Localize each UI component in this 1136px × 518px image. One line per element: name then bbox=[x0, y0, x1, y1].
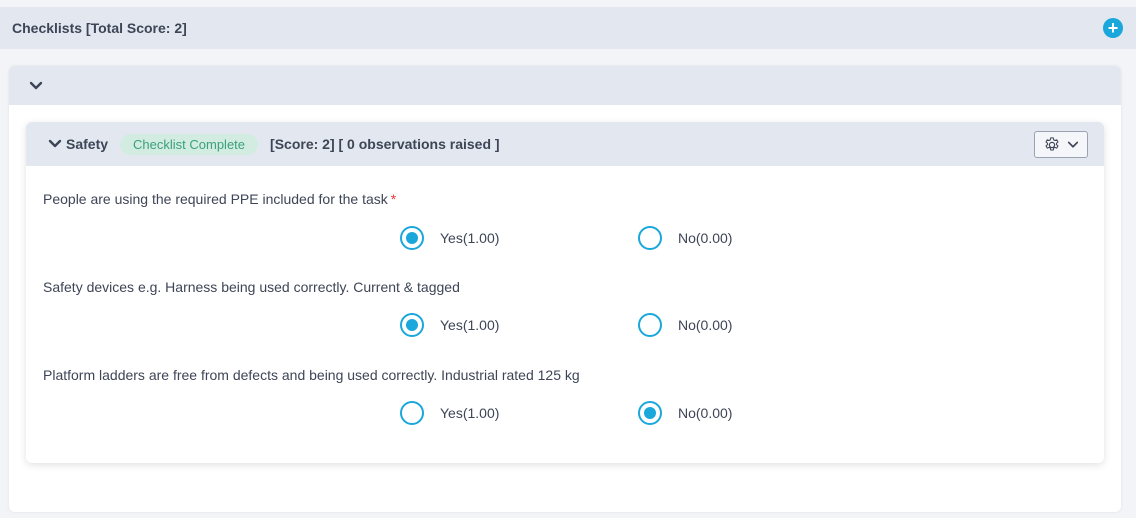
option-no[interactable]: No(0.00) bbox=[638, 401, 732, 425]
add-checklist-button[interactable]: + bbox=[1103, 18, 1123, 38]
chevron-down-icon[interactable] bbox=[29, 79, 43, 93]
settings-dropdown-button[interactable] bbox=[1034, 131, 1088, 158]
required-marker: * bbox=[390, 191, 397, 207]
option-yes[interactable]: Yes(1.00) bbox=[400, 226, 499, 250]
option-no[interactable]: No(0.00) bbox=[638, 313, 732, 337]
status-badge: Checklist Complete bbox=[120, 133, 259, 155]
checklists-title: Checklists [Total Score: 2] bbox=[12, 20, 187, 36]
question-text: People are using the required PPE includ… bbox=[43, 191, 397, 207]
option-yes[interactable]: Yes(1.00) bbox=[400, 401, 499, 425]
question-text: Safety devices e.g. Harness being used c… bbox=[43, 279, 460, 295]
radio-yes[interactable] bbox=[400, 401, 424, 425]
option-no[interactable]: No(0.00) bbox=[638, 226, 732, 250]
radio-no[interactable] bbox=[638, 313, 662, 337]
radio-yes[interactable] bbox=[400, 226, 424, 250]
chevron-down-icon[interactable] bbox=[48, 137, 62, 151]
checklists-header: Checklists [Total Score: 2] + bbox=[0, 7, 1136, 49]
radio-no[interactable] bbox=[638, 226, 662, 250]
section-header: Safety Checklist Complete [Score: 2] [ 0… bbox=[26, 122, 1104, 166]
radio-no[interactable] bbox=[638, 401, 662, 425]
checklist-group-header[interactable] bbox=[9, 66, 1121, 105]
section-score: [Score: 2] [ 0 observations raised ] bbox=[270, 136, 500, 152]
chevron-down-icon bbox=[1067, 141, 1079, 148]
checklist-section-card: Safety Checklist Complete [Score: 2] [ 0… bbox=[26, 122, 1104, 463]
question-text: Platform ladders are free from defects a… bbox=[43, 367, 580, 383]
section-title: Safety bbox=[66, 136, 109, 152]
checklist-group-card: Safety Checklist Complete [Score: 2] [ 0… bbox=[9, 66, 1121, 512]
gear-icon bbox=[1045, 136, 1059, 151]
option-yes[interactable]: Yes(1.00) bbox=[400, 313, 499, 337]
radio-yes[interactable] bbox=[400, 313, 424, 337]
